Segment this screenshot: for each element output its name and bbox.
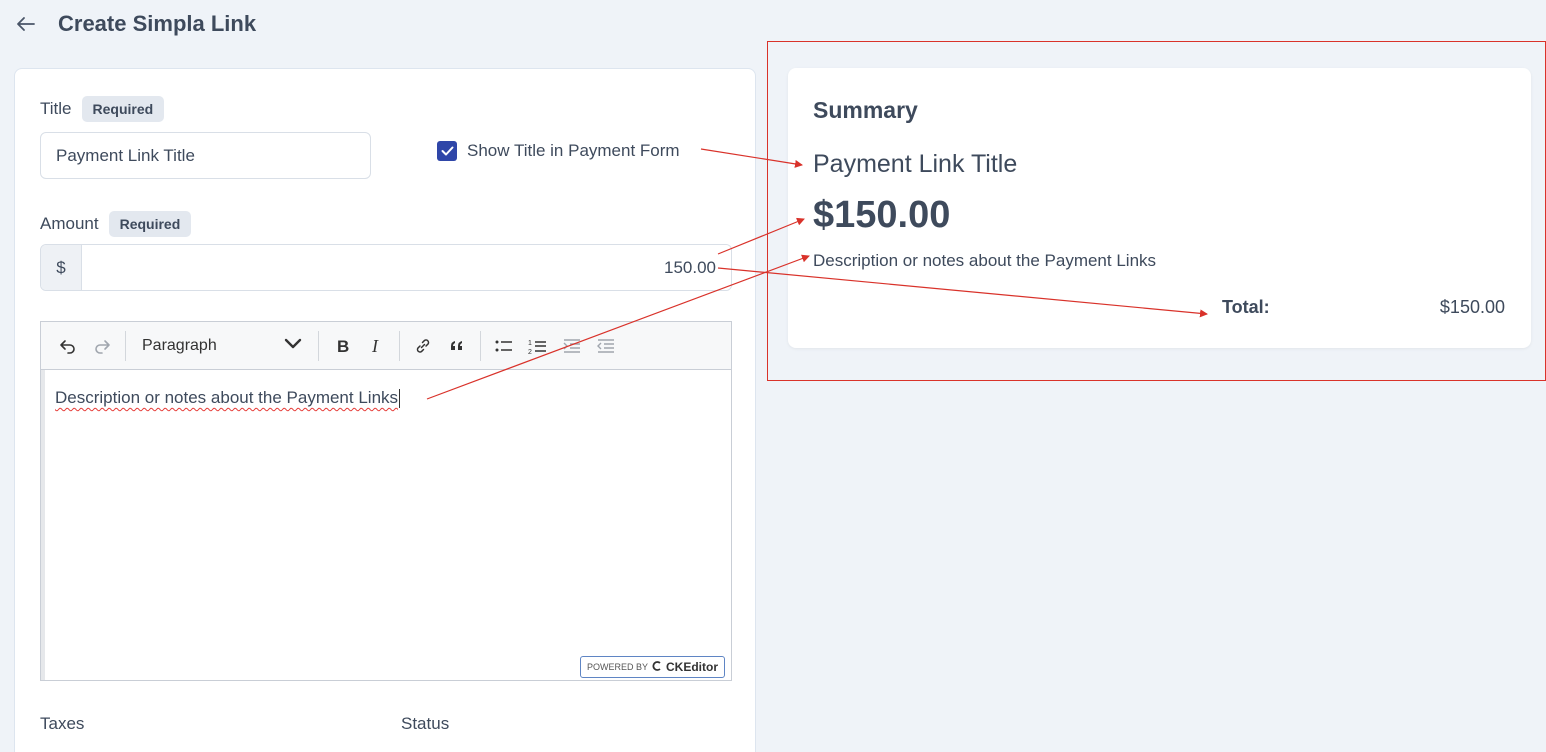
summary-total-label: Total: <box>1222 297 1270 317</box>
link-icon[interactable] <box>406 329 440 363</box>
svg-text:B: B <box>337 337 349 356</box>
back-arrow-icon[interactable] <box>14 12 38 36</box>
editor-content-area[interactable]: Description or notes about the Payment L… <box>41 370 731 680</box>
svg-text:2: 2 <box>528 349 532 356</box>
bold-icon[interactable]: B <box>325 329 359 363</box>
outdent-icon[interactable] <box>589 329 623 363</box>
required-badge: Required <box>81 96 165 122</box>
summary-title: Payment Link Title <box>813 150 1018 178</box>
show-title-label[interactable]: Show Title in Payment Form <box>467 141 680 161</box>
blockquote-icon[interactable] <box>440 329 474 363</box>
toolbar-separator <box>125 330 126 361</box>
bulleted-list-icon[interactable] <box>487 329 521 363</box>
powered-by-prefix: POWERED BY <box>586 662 648 672</box>
show-title-checkbox-row[interactable]: Show Title in Payment Form <box>437 141 680 161</box>
status-label: Status <box>401 714 450 733</box>
text-caret <box>399 389 401 409</box>
page-header: Create Simpla Link <box>14 8 256 40</box>
undo-icon[interactable] <box>51 329 85 363</box>
amount-input[interactable] <box>82 245 731 290</box>
currency-prefix: $ <box>41 245 82 290</box>
heading-select[interactable]: Paragraph <box>132 329 312 363</box>
chevron-down-icon <box>284 337 302 355</box>
toolbar-separator <box>399 330 400 361</box>
italic-icon[interactable]: I <box>359 329 393 363</box>
powered-by-brand: CKEditor <box>666 660 718 674</box>
redo-icon[interactable] <box>85 329 119 363</box>
toolbar-separator <box>318 330 319 361</box>
summary-amount: $150.00 <box>813 194 951 236</box>
description-editor: Paragraph B I 1 2 Description or notes a… <box>40 321 732 681</box>
powered-by-badge[interactable]: POWERED BY CKEditor <box>579 656 725 678</box>
editor-toolbar: Paragraph B I 1 2 <box>41 322 731 370</box>
show-title-checkbox[interactable] <box>437 141 457 161</box>
title-field-label: Title Required <box>40 96 165 122</box>
required-badge: Required <box>108 211 192 237</box>
amount-input-group: $ <box>40 244 732 291</box>
summary-description: Description or notes about the Payment L… <box>813 251 1157 270</box>
summary-total-value: $150.00 <box>1439 297 1505 317</box>
svg-text:I: I <box>371 336 379 356</box>
title-input[interactable] <box>40 132 371 179</box>
heading-select-value: Paragraph <box>142 336 217 354</box>
numbered-list-icon[interactable]: 12 <box>521 329 555 363</box>
ckeditor-logo-icon <box>652 661 662 673</box>
svg-text:1: 1 <box>528 340 532 347</box>
amount-label: Amount <box>40 214 99 233</box>
summary-heading: Summary <box>813 97 918 123</box>
page-title: Create Simpla Link <box>58 11 257 36</box>
taxes-label: Taxes <box>40 714 85 733</box>
editor-content-text[interactable]: Description or notes about the Payment L… <box>55 388 398 407</box>
amount-field-label: Amount Required <box>40 211 192 237</box>
form-card: Title Required Show Title in Payment For… <box>14 68 756 752</box>
toolbar-separator <box>480 330 481 361</box>
summary-card: Summary Payment Link Title $150.00 Descr… <box>788 68 1531 348</box>
indent-icon[interactable] <box>555 329 589 363</box>
title-label: Title <box>40 99 72 118</box>
